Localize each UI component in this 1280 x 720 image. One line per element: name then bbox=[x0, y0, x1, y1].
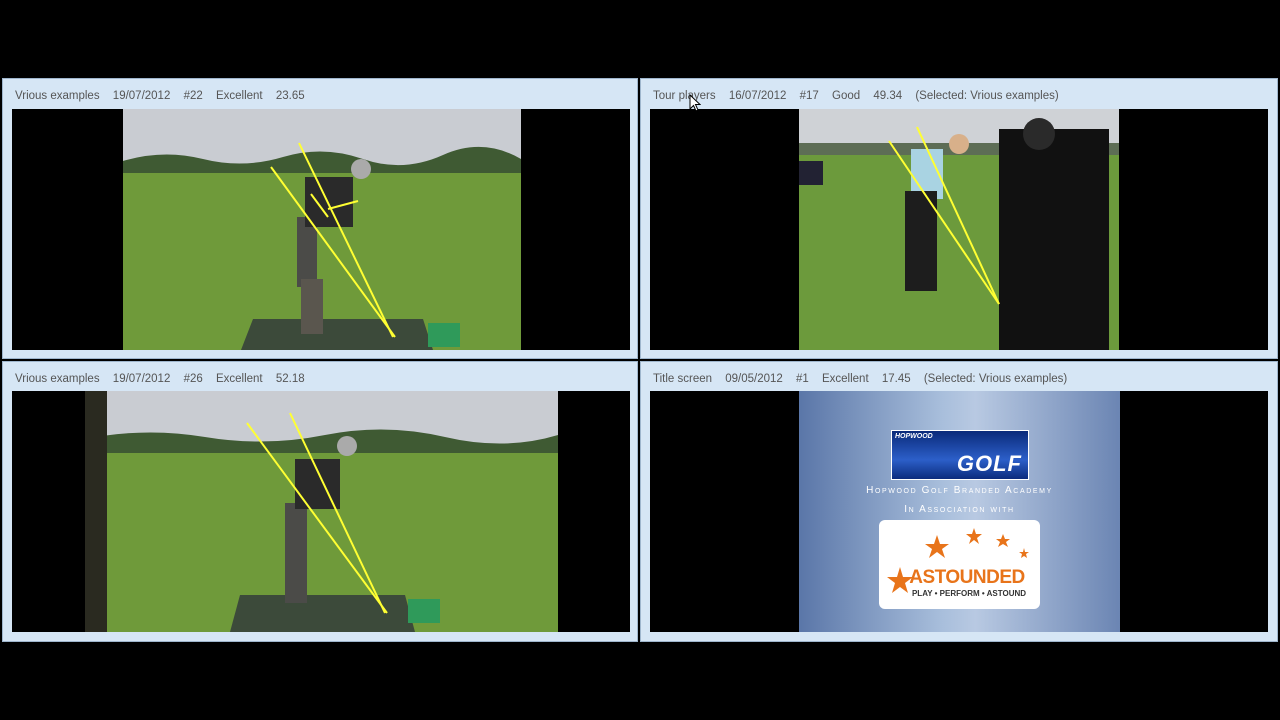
clip-date: 19/07/2012 bbox=[112, 373, 171, 385]
swing-video-frame bbox=[85, 391, 558, 632]
clip-rating: Excellent bbox=[215, 90, 263, 102]
pane-caption: Title screen 09/05/2012 #1 Excellent 17.… bbox=[653, 373, 1077, 385]
clip-rating: Good bbox=[832, 90, 861, 102]
clip-score: 52.18 bbox=[275, 373, 305, 385]
swing-video-frame bbox=[799, 109, 1119, 350]
clip-date: 09/05/2012 bbox=[725, 373, 783, 385]
video-pane-bottom-left[interactable]: Vrious examples 19/07/2012 #26 Excellent… bbox=[2, 361, 638, 642]
video-pane-top-left[interactable]: Vrious examples 19/07/2012 #22 Excellent… bbox=[2, 78, 638, 359]
academy-line: Hopwood Golf Branded Academy bbox=[866, 485, 1053, 496]
clip-score: 23.65 bbox=[275, 90, 305, 102]
clip-number: #22 bbox=[183, 90, 203, 102]
video-pane-bottom-right[interactable]: Title screen 09/05/2012 #1 Excellent 17.… bbox=[640, 361, 1278, 642]
collection-name: Vrious examples bbox=[15, 90, 100, 102]
video-viewport[interactable]: HOPWOOD GOLF Hopwood Golf Branded Academ… bbox=[650, 391, 1268, 632]
partner-name: ASTOUNDED bbox=[909, 567, 1025, 588]
clip-date: 16/07/2012 bbox=[728, 90, 787, 102]
association-line: In Association with bbox=[904, 504, 1015, 515]
video-viewport[interactable] bbox=[650, 109, 1268, 350]
selected-note: (Selected: Vrious examples) bbox=[923, 373, 1068, 385]
swing-video-frame bbox=[123, 109, 521, 350]
collection-name: Title screen bbox=[653, 373, 713, 385]
logo-big-text: GOLF bbox=[956, 451, 1022, 476]
partner-tagline: PLAY • PERFORM • ASTOUND bbox=[911, 589, 1027, 598]
collection-name: Tour players bbox=[653, 90, 716, 102]
clip-rating: Excellent bbox=[215, 373, 263, 385]
clip-number: #17 bbox=[799, 90, 819, 102]
clip-number: #26 bbox=[183, 373, 203, 385]
hopwood-golf-logo: HOPWOOD GOLF bbox=[891, 430, 1029, 480]
pane-caption: Tour players 16/07/2012 #17 Good 49.34 (… bbox=[653, 90, 1069, 102]
selected-note: (Selected: Vrious examples) bbox=[915, 90, 1059, 102]
clip-date: 19/07/2012 bbox=[112, 90, 171, 102]
clip-number: #1 bbox=[795, 373, 809, 385]
video-pane-top-right[interactable]: Tour players 16/07/2012 #17 Good 49.34 (… bbox=[640, 78, 1278, 359]
pane-caption: Vrious examples 19/07/2012 #26 Excellent… bbox=[15, 373, 315, 385]
star-burst-icon bbox=[925, 528, 1029, 558]
clip-score: 17.45 bbox=[881, 373, 911, 385]
collection-name: Vrious examples bbox=[15, 373, 100, 385]
clip-rating: Excellent bbox=[821, 373, 869, 385]
video-viewport[interactable] bbox=[12, 109, 630, 350]
pane-caption: Vrious examples 19/07/2012 #22 Excellent… bbox=[15, 90, 315, 102]
astounded-logo: ASTOUNDED PLAY • PERFORM • ASTOUND bbox=[879, 520, 1040, 609]
video-viewport[interactable] bbox=[12, 391, 630, 632]
mouse-cursor-icon bbox=[689, 94, 701, 112]
clip-score: 49.34 bbox=[873, 90, 903, 102]
logo-small-text: HOPWOOD bbox=[895, 433, 933, 440]
title-screen-card: HOPWOOD GOLF Hopwood Golf Branded Academ… bbox=[799, 391, 1120, 632]
